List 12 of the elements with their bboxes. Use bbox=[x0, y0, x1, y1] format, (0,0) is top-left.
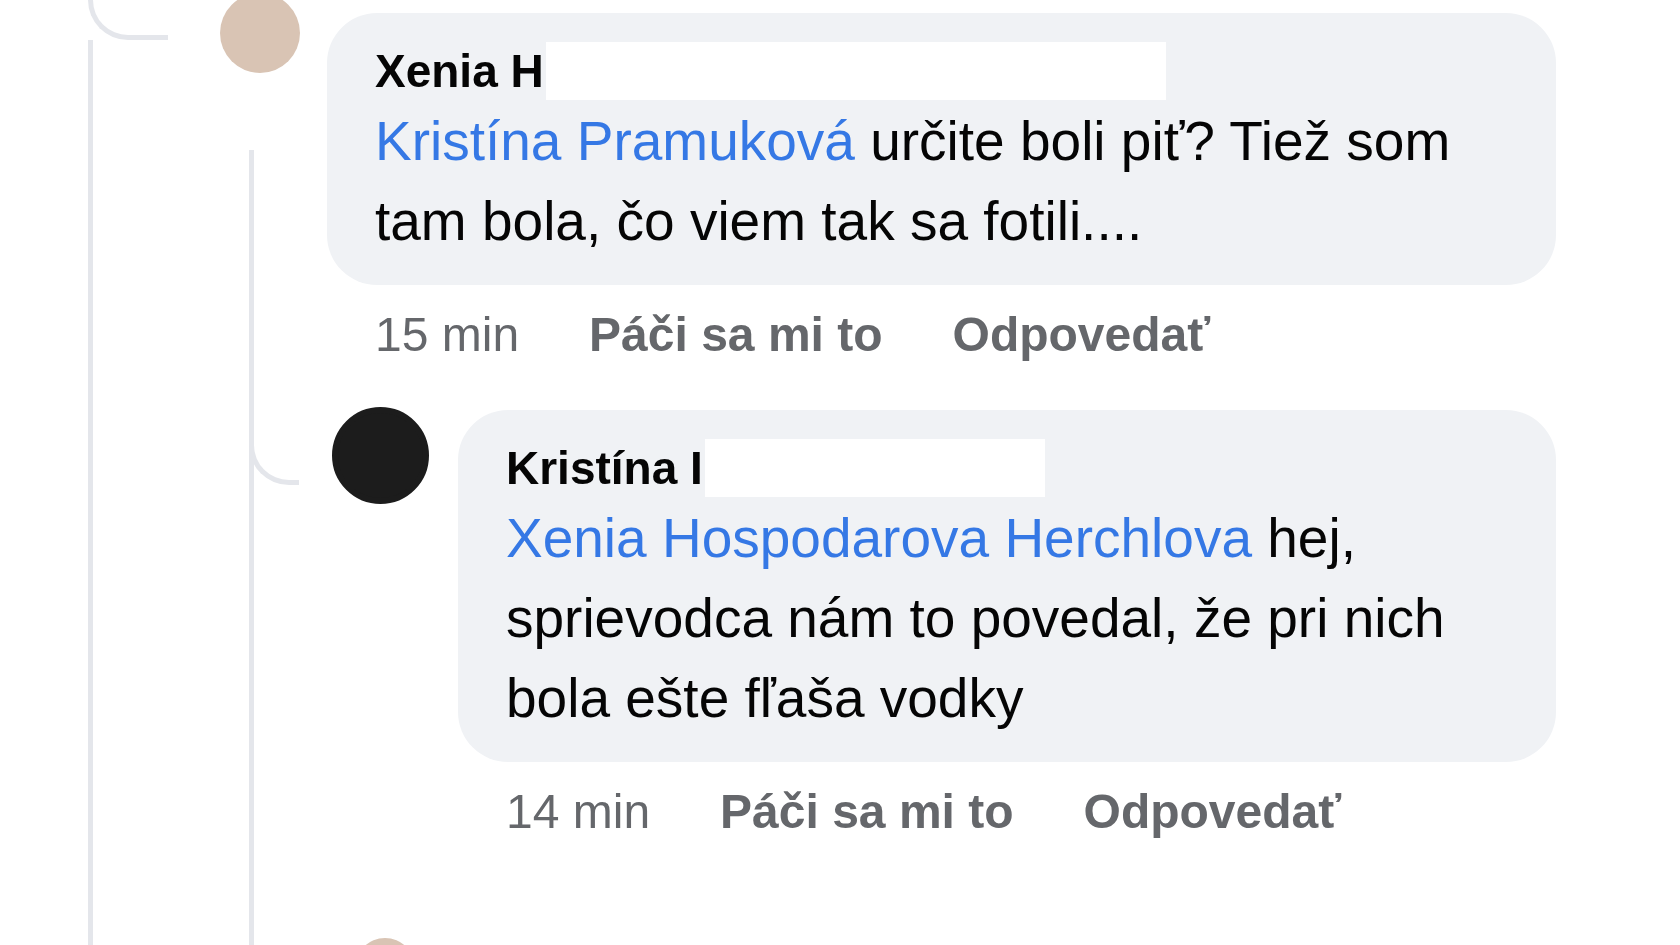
action-link[interactable]: Páči sa mi to bbox=[589, 307, 883, 362]
mention-link[interactable]: Kristína Pramuková bbox=[375, 110, 855, 172]
comment-text: Kristína Pramuková určite boli piť? Tiež som tam bola, čo viem tak sa fotili.... bbox=[375, 109, 1452, 254]
action-link[interactable]: Odpovedať bbox=[1083, 784, 1342, 839]
action-link[interactable]: Páči sa mi to bbox=[720, 784, 1014, 839]
action-link[interactable]: Odpovedať bbox=[952, 307, 1211, 362]
comment-text: Xenia Hospodarova Herchlova hej, sprievodca nám to povedal, že pri nich bola ešte fľaša vodky bbox=[506, 506, 1446, 731]
author-name[interactable]: Xenia H bbox=[375, 44, 544, 98]
timestamp: 15 min bbox=[375, 307, 520, 362]
timestamp: 14 min bbox=[506, 784, 651, 839]
author-name[interactable]: Kristína I bbox=[506, 441, 703, 495]
mention-link[interactable]: Xenia Hospodarova Herchlova bbox=[506, 507, 1252, 569]
